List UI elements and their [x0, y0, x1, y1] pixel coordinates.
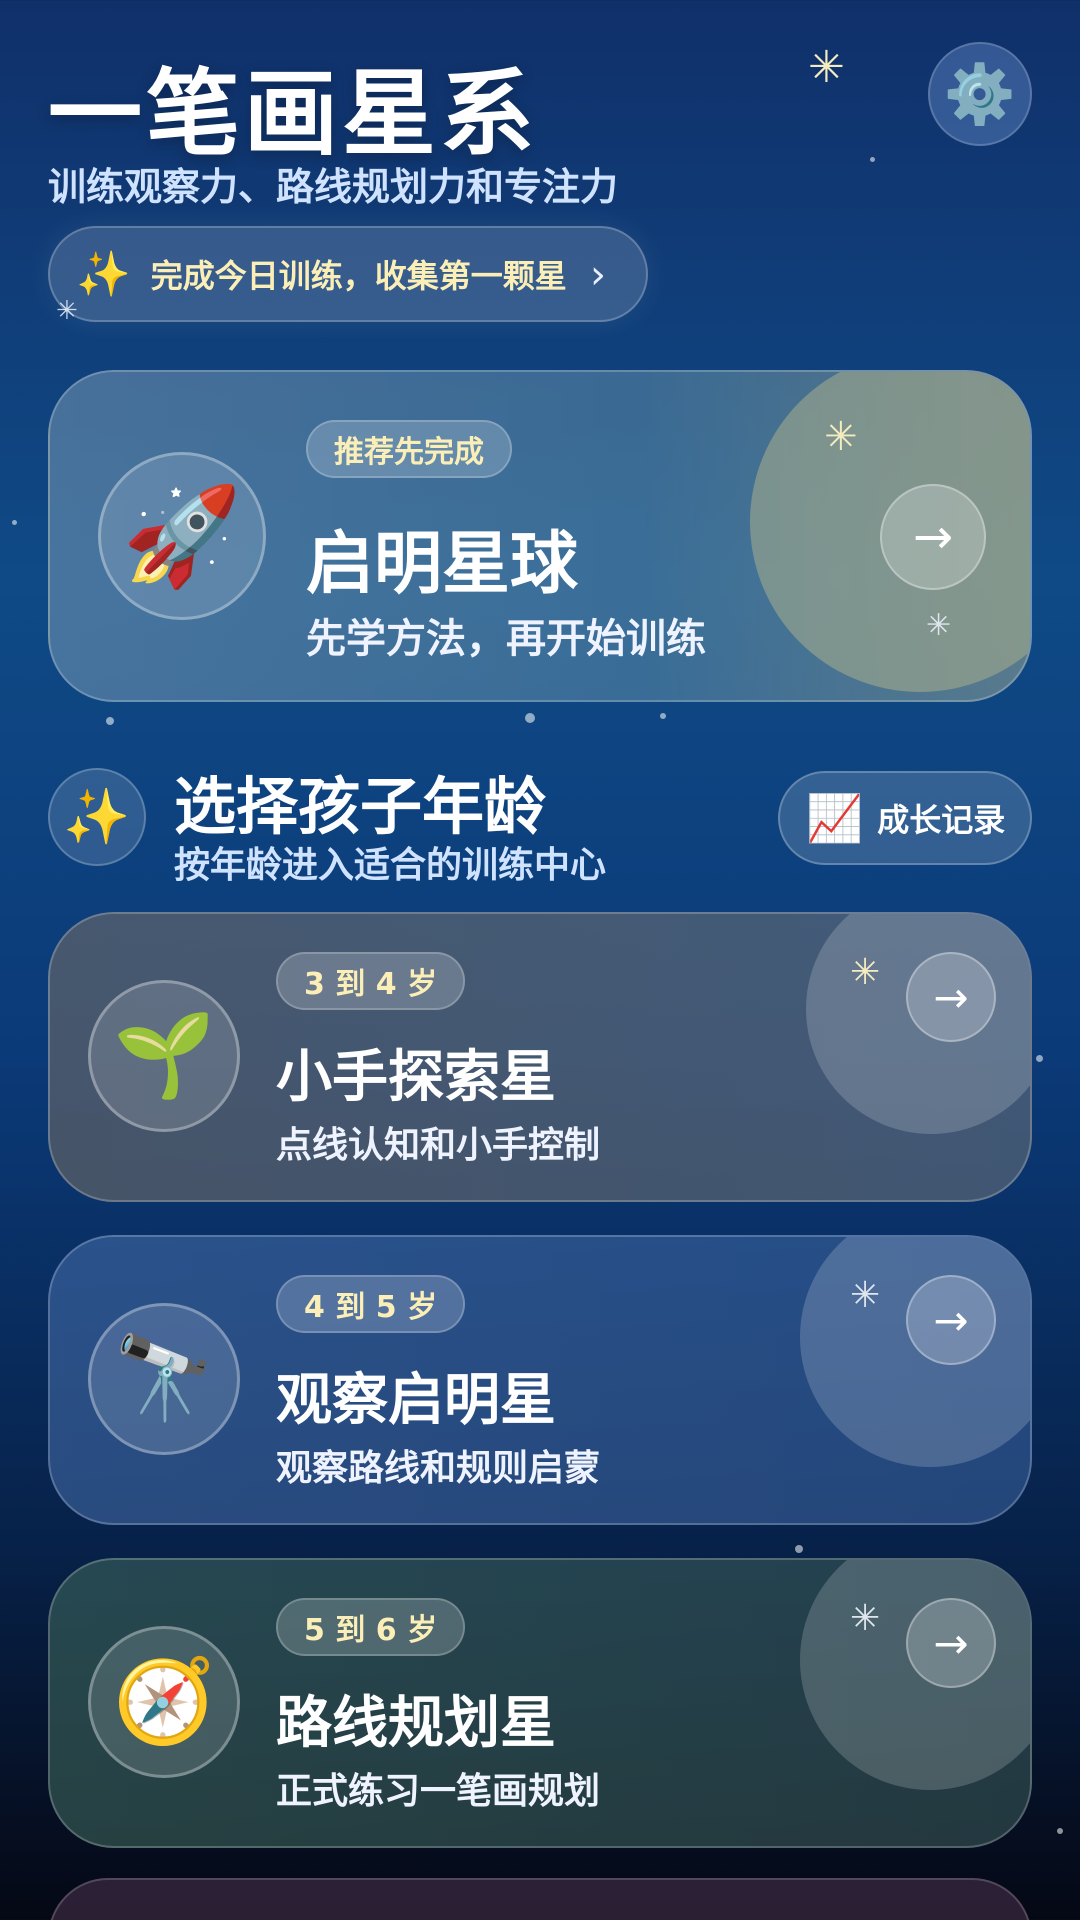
arrow-right-icon: → [912, 509, 954, 565]
age-card-3-4[interactable]: ✳ 🌱 3 到 4 岁 小手探索星 点线认知和小手控制 → [48, 912, 1032, 1202]
arrow-right-icon: → [933, 1618, 969, 1668]
arrow-right-icon: → [933, 972, 969, 1022]
star-dot [1057, 1828, 1063, 1834]
age-card-description: 正式练习一笔画规划 [276, 1771, 601, 1812]
sparkle-icon: ✳ [850, 1275, 881, 1316]
settings-button[interactable]: ⚙️ [928, 42, 1032, 146]
sparkles-icon: ✨ [76, 249, 131, 300]
age-tag: 4 到 5 岁 [276, 1275, 466, 1333]
compass-icon: 🧭 [88, 1626, 240, 1778]
app-subtitle: 训练观察力、路线规划力和专注力 [48, 165, 619, 209]
sparkle-icon: ✳ [808, 42, 845, 93]
next-card-peek[interactable] [48, 1878, 1032, 1920]
sparkle-icon: ✳ [824, 414, 858, 460]
sparkles-icon: ✨ [48, 768, 146, 866]
daily-banner-text: 完成今日训练，收集第一颗星 [150, 257, 567, 295]
star-dot [660, 713, 666, 719]
section-subtitle: 按年龄进入适合的训练中心 [174, 845, 607, 886]
arrow-right-icon: → [933, 1295, 969, 1345]
app-title: 一笔画星系 [48, 60, 539, 169]
sparkle-icon: ✳ [850, 952, 881, 993]
section-title: 选择孩子年龄 [174, 770, 547, 843]
seedling-icon: 🌱 [88, 980, 240, 1132]
age-card-title: 小手探索星 [276, 1045, 556, 1110]
recommend-tag: 推荐先完成 [306, 420, 512, 478]
rocket-icon: 🚀 [98, 452, 266, 620]
age-card-description: 观察路线和规则启蒙 [276, 1448, 601, 1489]
hero-arrow-button[interactable]: → [880, 484, 986, 590]
growth-record-label: 成长记录 [877, 801, 1006, 839]
card-halo [800, 1237, 1030, 1467]
age-card-description: 点线认知和小手控制 [276, 1125, 601, 1166]
hero-card[interactable]: ✳ ✳ 🚀 推荐先完成 启明星球 先学方法，再开始训练 → [48, 370, 1032, 702]
star-dot [106, 717, 114, 725]
age-tag: 3 到 4 岁 [276, 952, 466, 1010]
star-dot [1036, 1055, 1043, 1062]
star-dot [870, 157, 875, 162]
age-card-arrow-button[interactable]: → [906, 1598, 996, 1688]
star-dot [525, 713, 535, 723]
daily-training-banner[interactable]: ✨ 完成今日训练，收集第一颗星 › [48, 226, 648, 322]
age-tag: 5 到 6 岁 [276, 1598, 466, 1656]
sparkle-icon: ✳ [850, 1598, 881, 1639]
age-card-arrow-button[interactable]: → [906, 952, 996, 1042]
age-card-5-6[interactable]: ✳ 🧭 5 到 6 岁 路线规划星 正式练习一笔画规划 → [48, 1558, 1032, 1848]
star-dot [795, 1545, 803, 1553]
chevron-right-icon: › [590, 252, 606, 298]
star-dot [12, 520, 17, 525]
sparkle-icon: ✳ [926, 608, 952, 643]
card-halo [800, 1560, 1030, 1790]
hero-title: 启明星球 [306, 525, 579, 604]
age-card-arrow-button[interactable]: → [906, 1275, 996, 1365]
age-card-title: 路线规划星 [276, 1691, 556, 1756]
age-card-title: 观察启明星 [276, 1368, 556, 1433]
chart-icon: 📈 [806, 790, 864, 845]
gear-icon: ⚙️ [943, 59, 1017, 128]
hero-description: 先学方法，再开始训练 [306, 616, 706, 662]
telescope-icon: 🔭 [88, 1303, 240, 1455]
age-card-4-5[interactable]: ✳ 🔭 4 到 5 岁 观察启明星 观察路线和规则启蒙 → [48, 1235, 1032, 1525]
growth-record-button[interactable]: 📈 成长记录 [778, 771, 1032, 865]
